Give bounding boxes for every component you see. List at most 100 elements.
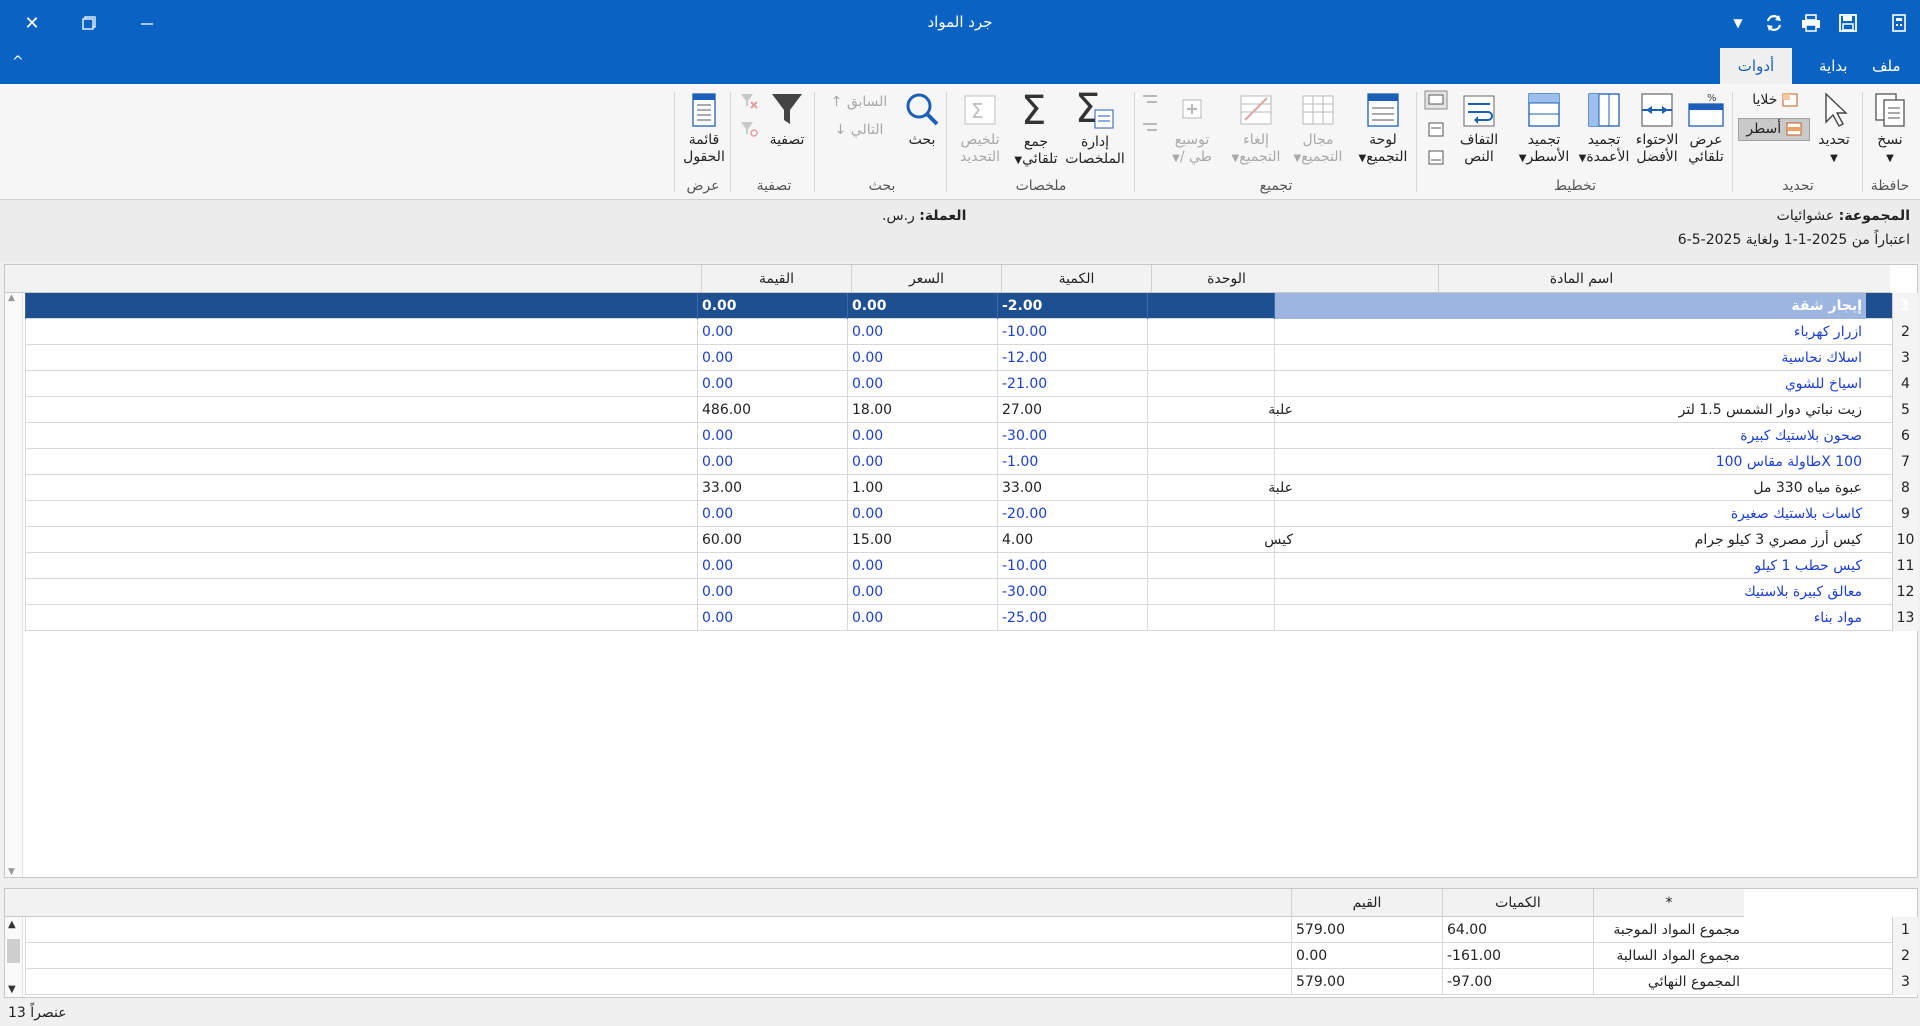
- expand-all-icon[interactable]: [1140, 120, 1160, 141]
- cell-price[interactable]: 18.00: [847, 397, 997, 423]
- save-icon[interactable]: [1834, 10, 1862, 36]
- cell-value[interactable]: 0.00: [697, 579, 847, 605]
- scroll-up-icon[interactable]: ▲: [8, 293, 15, 303]
- freeze-rows-button[interactable]: تجميد ▼الأسطر: [1516, 90, 1572, 167]
- cell-value[interactable]: 0.00: [697, 319, 847, 345]
- grid-scrollbar[interactable]: ▲ ▼: [5, 293, 23, 877]
- cell-unit[interactable]: [1147, 371, 1297, 397]
- best-fit-button[interactable]: الاحتواء الأفضل: [1632, 90, 1682, 166]
- cell-unit[interactable]: علبة: [1147, 475, 1297, 501]
- select-rows-option[interactable]: أسطر: [1738, 118, 1810, 141]
- cell-name[interactable]: مواد بناء: [1274, 605, 1866, 631]
- table-row[interactable]: 13 مواد بناء -25.00 0.00 0.00: [25, 605, 1918, 631]
- cell-price[interactable]: 15.00: [847, 527, 997, 553]
- row-number[interactable]: 3: [1892, 345, 1918, 371]
- cell-value[interactable]: 60.00: [697, 527, 847, 553]
- cell-unit[interactable]: [1147, 553, 1297, 579]
- row-number[interactable]: 4: [1892, 371, 1918, 397]
- items-grid[interactable]: اسم المادة الوحدة الكمية السعر القيمة ▲ …: [4, 264, 1918, 878]
- cell-unit[interactable]: [1147, 423, 1297, 449]
- auto-width-button[interactable]: % عرض تلقائي: [1684, 90, 1728, 166]
- filter-button[interactable]: تصفية: [764, 90, 810, 149]
- cell-qty[interactable]: -20.00: [997, 501, 1147, 527]
- cell-value[interactable]: 0.00: [697, 293, 847, 319]
- cell-qty[interactable]: -10.00: [997, 319, 1147, 345]
- table-row[interactable]: 1 إيجار شقة -2.00 0.00 0.00: [25, 293, 1918, 319]
- cell-price[interactable]: 0.00: [847, 449, 997, 475]
- row-number[interactable]: 6: [1892, 423, 1918, 449]
- select-button[interactable]: تحديد ▼: [1812, 90, 1856, 167]
- summary-scrollbar[interactable]: ▲ ▼: [5, 917, 23, 997]
- summary-cell-label[interactable]: مجموع المواد السالبة: [1593, 943, 1744, 969]
- summary-cell-value[interactable]: 579.00: [1291, 969, 1442, 995]
- scroll-down-icon[interactable]: ▼: [8, 984, 16, 995]
- cell-name[interactable]: ازرار كهرباء: [1274, 319, 1866, 345]
- cell-name[interactable]: اسلاك نحاسية: [1274, 345, 1866, 371]
- scroll-down-icon[interactable]: ▼: [8, 867, 15, 877]
- column-header-unit[interactable]: الوحدة: [1151, 265, 1301, 293]
- table-row[interactable]: 10 كيس أرز مصري 3 كيلو جرام كيس 4.00 15.00 60…: [25, 527, 1918, 553]
- cell-unit[interactable]: [1147, 449, 1297, 475]
- cell-qty[interactable]: 27.00: [997, 397, 1147, 423]
- table-row[interactable]: 4 اسياخ للشوي -21.00 0.00 0.00: [25, 371, 1918, 397]
- column-header-qty[interactable]: الكمية: [1001, 265, 1151, 293]
- row-number[interactable]: 2: [1892, 943, 1918, 969]
- table-row[interactable]: 6 صحون بلاستيك كبيرة -30.00 0.00 0.00: [25, 423, 1918, 449]
- close-icon[interactable]: ✕: [18, 10, 46, 36]
- freeze-columns-button[interactable]: تجميد ▼الأعمدة: [1578, 90, 1630, 167]
- cell-unit[interactable]: علبة: [1147, 397, 1297, 423]
- table-row[interactable]: 12 معالق كبيرة بلاستيك -30.00 0.00 0.00: [25, 579, 1918, 605]
- cell-name[interactable]: كاسات بلاستيك صغيرة: [1274, 501, 1866, 527]
- ungroup-button[interactable]: إلغاء ▼التجميع: [1228, 90, 1284, 167]
- summary-header-values[interactable]: القيم: [1291, 889, 1442, 917]
- refresh-icon[interactable]: [1760, 10, 1788, 36]
- cell-value[interactable]: 486.00: [697, 397, 847, 423]
- print-icon[interactable]: [1797, 10, 1825, 36]
- view-mode-3-button[interactable]: [1424, 148, 1448, 173]
- summary-row[interactable]: 3 المجموع النهائي -97.00 579.00: [25, 969, 1918, 995]
- row-number[interactable]: 3: [1892, 969, 1918, 995]
- summarize-selection-button[interactable]: Σ تلخيص التحديد: [954, 90, 1006, 166]
- summary-row[interactable]: 1 مجموع المواد الموجبة 64.00 579.00: [25, 917, 1918, 943]
- cell-price[interactable]: 0.00: [847, 345, 997, 371]
- filter-options-icon[interactable]: [738, 120, 760, 143]
- collapse-ribbon-icon[interactable]: ^: [12, 54, 24, 70]
- manage-summaries-button[interactable]: Σ إدارة الملخصات: [1062, 90, 1128, 168]
- collapse-all-icon[interactable]: [1140, 92, 1160, 113]
- cell-value[interactable]: 0.00: [697, 423, 847, 449]
- row-number[interactable]: 10: [1892, 527, 1918, 553]
- column-header-value[interactable]: القيمة: [701, 265, 851, 293]
- row-number[interactable]: 11: [1892, 553, 1918, 579]
- group-range-button[interactable]: مجال ▼التجميع: [1290, 90, 1346, 167]
- cell-name[interactable]: اسياخ للشوي: [1274, 371, 1866, 397]
- quick-access-dropdown-icon[interactable]: ▼: [1724, 10, 1752, 36]
- find-previous-button[interactable]: ↑ السابق: [822, 94, 896, 111]
- cell-qty[interactable]: -30.00: [997, 579, 1147, 605]
- cell-unit[interactable]: [1147, 319, 1297, 345]
- table-row[interactable]: 7 طاولة مقاس 100X 100 -1.00 0.00 0.00: [25, 449, 1918, 475]
- scroll-up-icon[interactable]: ▲: [8, 919, 16, 930]
- cell-price[interactable]: 0.00: [847, 423, 997, 449]
- cell-name[interactable]: زيت نباتي دوار الشمس 1.5 لتر: [1274, 397, 1866, 423]
- cell-price[interactable]: 0.00: [847, 605, 997, 631]
- auto-sum-button[interactable]: Σ جمع ▼تلقائي: [1012, 90, 1060, 169]
- cell-name[interactable]: معالق كبيرة بلاستيك: [1274, 579, 1866, 605]
- table-row[interactable]: 3 اسلاك نحاسية -12.00 0.00 0.00: [25, 345, 1918, 371]
- summary-cell-value[interactable]: 0.00: [1291, 943, 1442, 969]
- cell-price[interactable]: 0.00: [847, 371, 997, 397]
- summary-header-star[interactable]: *: [1593, 889, 1744, 917]
- restore-icon[interactable]: [75, 10, 103, 36]
- table-row[interactable]: 11 كيس حطب 1 كيلو -10.00 0.00 0.00: [25, 553, 1918, 579]
- row-number[interactable]: 8: [1892, 475, 1918, 501]
- summary-cell-qty[interactable]: -97.00: [1442, 969, 1593, 995]
- cell-name[interactable]: عبوة مياه 330 مل: [1274, 475, 1866, 501]
- cell-name[interactable]: إيجار شقة: [1274, 293, 1866, 319]
- cell-qty[interactable]: 33.00: [997, 475, 1147, 501]
- view-mode-2-button[interactable]: [1424, 120, 1448, 145]
- row-number[interactable]: 7: [1892, 449, 1918, 475]
- cell-price[interactable]: 0.00: [847, 579, 997, 605]
- cell-value[interactable]: 0.00: [697, 449, 847, 475]
- table-row[interactable]: 9 كاسات بلاستيك صغيرة -20.00 0.00 0.00: [25, 501, 1918, 527]
- cell-qty[interactable]: -12.00: [997, 345, 1147, 371]
- cell-price[interactable]: 0.00: [847, 293, 997, 319]
